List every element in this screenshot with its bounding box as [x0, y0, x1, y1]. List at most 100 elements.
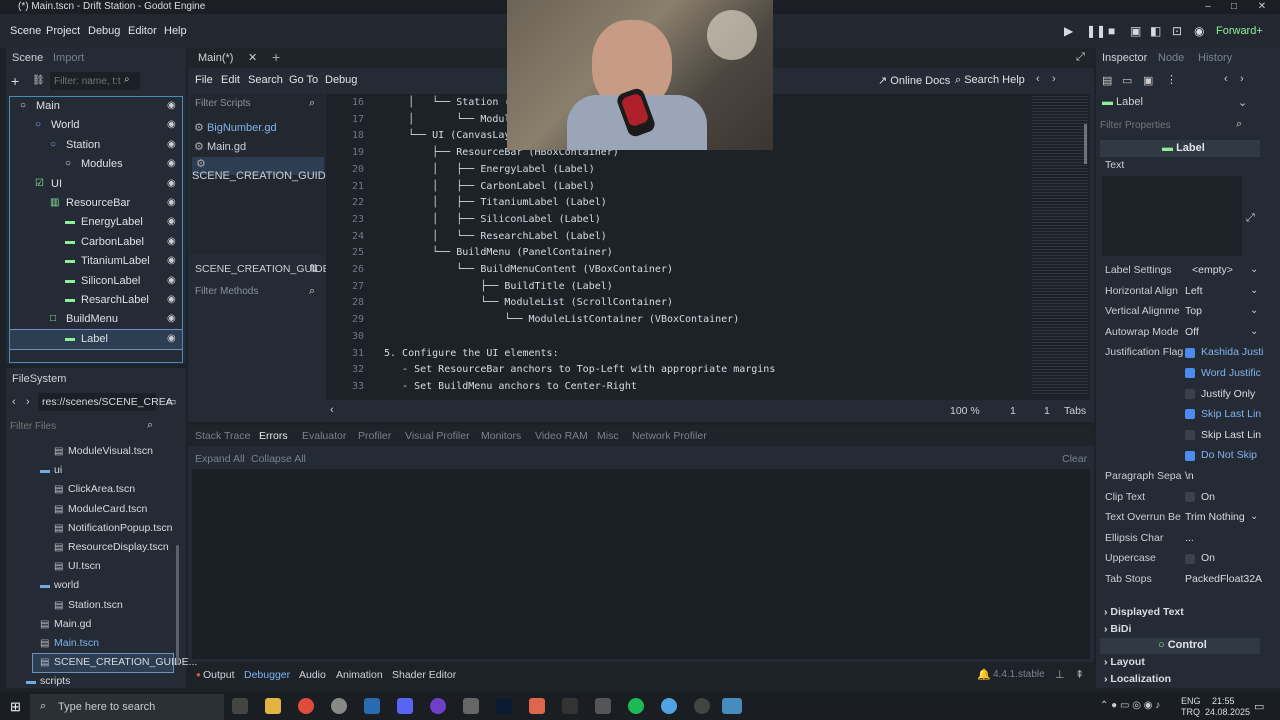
code-line[interactable]: 5. Configure the UI elements: [384, 346, 559, 363]
code-line[interactable]: │ ├── EnergyLabel (Label) [384, 162, 595, 179]
github-icon[interactable] [430, 698, 446, 714]
script-item-main[interactable]: ⚙ Main.gd [194, 140, 322, 156]
file-item[interactable]: Station.tscn [68, 599, 123, 611]
property-value[interactable]: <empty> [1192, 264, 1233, 276]
visibility-icon[interactable]: ◉ [167, 236, 176, 247]
history-back-icon[interactable]: ‹ [1224, 73, 1228, 85]
pin-icon[interactable]: ⊥ [1055, 668, 1065, 681]
sort-icon[interactable]: ⇅ [309, 262, 318, 275]
menu-debug[interactable]: Debug [88, 25, 120, 37]
code-line[interactable]: └── BuildMenuContent (VBoxContainer) [384, 262, 673, 279]
app-icon[interactable] [529, 698, 545, 714]
bottom-tab[interactable]: Debugger [244, 669, 290, 681]
visibility-icon[interactable]: ◉ [167, 178, 176, 189]
checkbox[interactable] [1185, 347, 1195, 358]
forward-icon[interactable]: › [26, 396, 30, 408]
bottom-tab[interactable]: Audio [299, 669, 326, 681]
visibility-icon[interactable]: ◉ [167, 255, 176, 266]
visibility-icon[interactable]: ◉ [167, 294, 176, 305]
prev-script-icon[interactable]: ‹ [1036, 73, 1040, 85]
menu-project[interactable]: Project [46, 25, 80, 37]
code-line[interactable]: └── ModuleList (ScrollContainer) [384, 295, 673, 312]
property-value[interactable]: \n [1185, 470, 1194, 482]
debugger-tab[interactable]: Evaluator [302, 430, 346, 442]
code-line[interactable]: │ ├── CarbonLabel (Label) [384, 179, 595, 196]
checkbox[interactable] [1185, 553, 1195, 564]
menu-help[interactable]: Help [164, 25, 187, 37]
checkbox[interactable] [1185, 368, 1195, 379]
online-docs-link[interactable]: ↗ Online Docs [878, 74, 950, 87]
property-value[interactable]: On [1185, 491, 1215, 503]
more-options-icon[interactable]: ⋮ [1166, 73, 1177, 86]
chevron-down-icon[interactable]: ⌄ [1238, 96, 1247, 109]
pause-icon[interactable]: ❚❚ [1086, 24, 1106, 38]
script-item-scene-guide[interactable]: ⚙ SCENE_CREATION_GUID... [192, 157, 335, 182]
terminal-icon[interactable] [562, 698, 578, 714]
code-line[interactable]: - Set ResourceBar anchors to Top-Left wi… [384, 362, 775, 379]
maximize-button[interactable]: □ [1222, 0, 1246, 14]
editor-menu-file[interactable]: File [195, 74, 213, 86]
new-resource-icon[interactable]: ▤ [1102, 74, 1112, 87]
file-item[interactable]: ModuleVisual.tscn [68, 445, 153, 457]
remote-debug-icon[interactable]: ◉ [1194, 24, 1204, 38]
play-icon[interactable]: ▶ [1064, 24, 1073, 38]
input-language[interactable]: ENG [1181, 696, 1201, 706]
bottom-tab[interactable]: Output [203, 669, 235, 681]
add-node-icon[interactable]: + [11, 73, 19, 89]
notification-icon[interactable]: 🔔 [977, 668, 991, 681]
file-filter-input[interactable] [10, 418, 145, 434]
debugger-tab[interactable]: Monitors [481, 430, 521, 442]
property-value[interactable]: Off [1185, 326, 1199, 338]
play-custom-icon[interactable]: ◧ [1150, 24, 1161, 38]
property-value[interactable]: Do Not Skip [1185, 449, 1257, 461]
debugger-tab[interactable]: Visual Profiler [405, 430, 470, 442]
tab-node[interactable]: Node [1158, 52, 1184, 64]
expand-all-button[interactable]: Expand All [195, 453, 245, 465]
minimap[interactable] [1032, 94, 1088, 394]
file-item[interactable]: ClickArea.tscn [68, 483, 135, 495]
clear-button[interactable]: Clear [1062, 453, 1087, 465]
collapse-all-button[interactable]: Collapse All [251, 453, 306, 465]
visibility-icon[interactable]: ◉ [167, 216, 176, 227]
renderer-select[interactable]: Forward+ [1216, 25, 1263, 37]
visibility-icon[interactable]: ◉ [167, 197, 176, 208]
expand-text-icon[interactable]: ⤢ [1246, 212, 1255, 225]
app-icon[interactable] [595, 698, 611, 714]
code-line[interactable]: └── ModuleListContainer (VBoxContainer) [384, 312, 739, 329]
visibility-icon[interactable]: ◉ [167, 100, 176, 111]
file-item[interactable]: world [54, 579, 79, 591]
tab-inspector[interactable]: Inspector [1102, 52, 1147, 64]
close-window-button[interactable]: ✕ [1250, 0, 1274, 14]
property-value[interactable]: Justify Only [1185, 388, 1255, 400]
property-value[interactable]: Trim Nothing [1185, 511, 1245, 523]
editor-menu-debug[interactable]: Debug [325, 74, 357, 86]
visibility-icon[interactable]: ◉ [167, 313, 176, 324]
code-line[interactable]: └── BuildMenu (PanelContainer) [384, 245, 613, 262]
editor-menu-goto[interactable]: Go To [289, 74, 318, 86]
visibility-icon[interactable]: ◉ [167, 333, 176, 344]
file-item[interactable]: Main.tscn [54, 637, 99, 649]
tab-import[interactable]: Import [53, 52, 84, 64]
chevron-down-icon[interactable]: ⌄ [1250, 511, 1258, 522]
debugger-tab[interactable]: Video RAM [535, 430, 588, 442]
checkbox[interactable] [1185, 388, 1195, 399]
tray-icons[interactable]: ⌃ ● ▭ ◎ ◉ ♪ [1100, 700, 1160, 711]
split-icon[interactable]: ▭ [166, 395, 176, 408]
property-value[interactable]: Kashida Justi [1185, 346, 1263, 358]
bottom-tab[interactable]: Shader Editor [392, 669, 456, 681]
code-line[interactable]: │ ├── SiliconLabel (Label) [384, 212, 601, 229]
code-line[interactable]: │ └── ResearchLabel (Label) [384, 229, 607, 246]
editor-menu-search[interactable]: Search [248, 74, 283, 86]
chevron-down-icon[interactable]: ⌄ [1250, 264, 1258, 275]
chevron-down-icon[interactable]: ⌄ [1250, 326, 1258, 337]
notifications-icon[interactable]: ▭ [1254, 700, 1264, 713]
search-help-button[interactable]: ⌕ Search Help [955, 74, 1025, 87]
visibility-icon[interactable]: ◉ [167, 275, 176, 286]
link-icon[interactable]: ⛓ [32, 75, 45, 86]
property-value[interactable]: Word Justific [1185, 367, 1261, 379]
checkbox[interactable] [1185, 450, 1195, 461]
code-line[interactable]: ├── BuildTitle (Label) [384, 279, 612, 296]
text-property-field[interactable] [1102, 176, 1242, 256]
filter-scripts-input[interactable]: Filter Scripts [195, 98, 251, 109]
inspector-group[interactable]: › Localization [1104, 673, 1171, 685]
